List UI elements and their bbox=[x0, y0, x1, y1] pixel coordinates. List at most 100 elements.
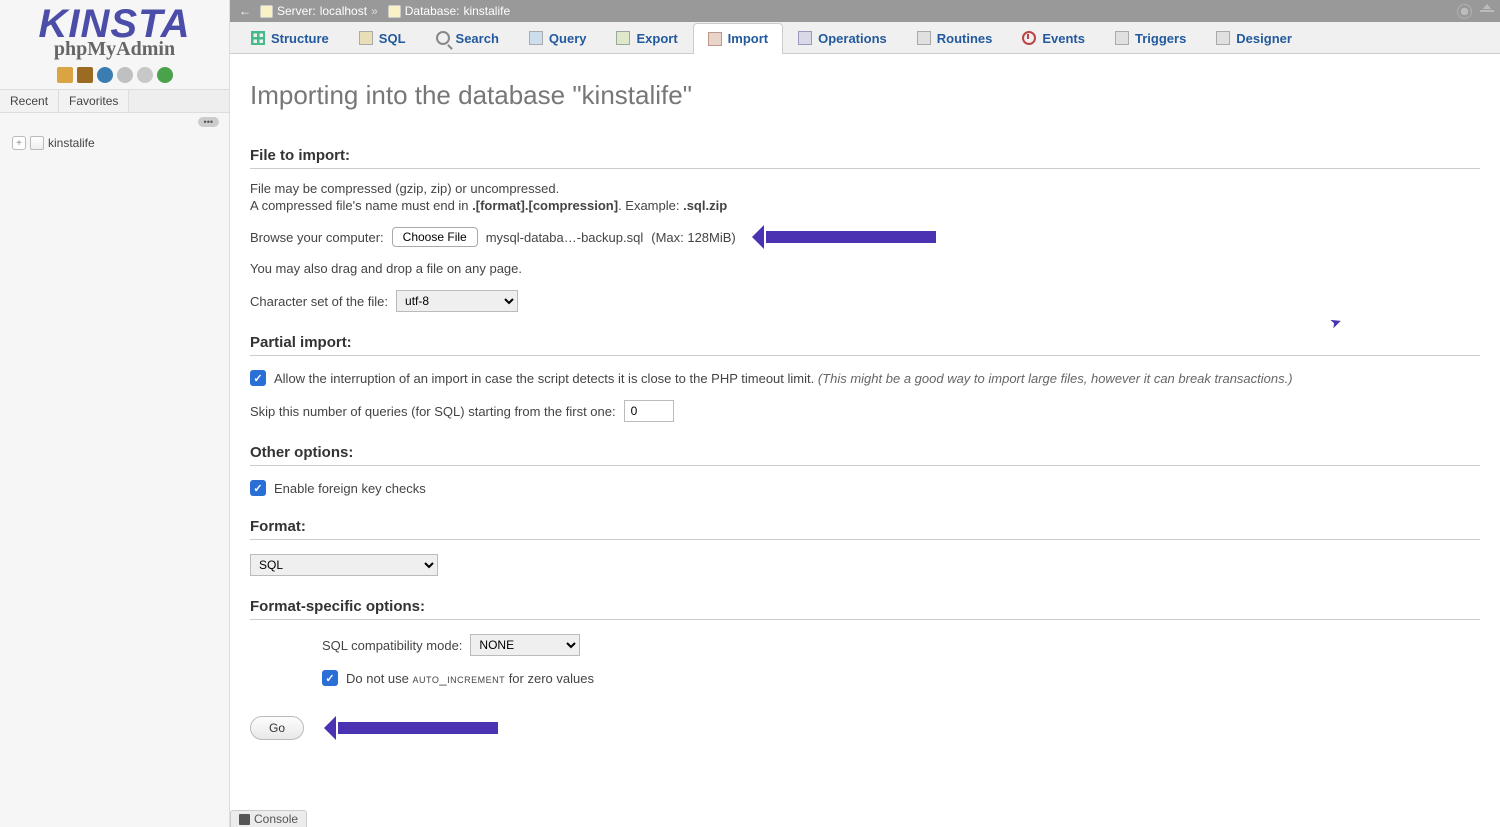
sidebar-pager: ••• bbox=[0, 113, 229, 129]
bc-server-label: Server: bbox=[277, 4, 316, 18]
bc-server-link[interactable]: localhost bbox=[320, 4, 367, 18]
cursor-pointer-icon: ➤ bbox=[1327, 313, 1344, 333]
no-autoincrement-checkbox[interactable] bbox=[322, 670, 338, 686]
tree-toggle-icon[interactable]: + bbox=[12, 136, 26, 150]
format-select[interactable]: SQL bbox=[250, 554, 438, 576]
tab-designer-label: Designer bbox=[1236, 31, 1292, 46]
foreign-key-label: Enable foreign key checks bbox=[274, 481, 426, 496]
bc-database[interactable]: Database: kinstalife bbox=[388, 4, 510, 18]
file-desc2c: . Example: bbox=[618, 198, 683, 213]
tab-triggers-label: Triggers bbox=[1135, 31, 1186, 46]
noauto-row: Do not use auto_increment for zero value… bbox=[322, 670, 1480, 686]
tab-import-label: Import bbox=[728, 31, 768, 46]
section-other: Other options: bbox=[250, 444, 1480, 466]
noauto-text-b: auto_increment bbox=[413, 671, 506, 686]
go-button[interactable]: Go bbox=[250, 716, 304, 740]
skip-input[interactable] bbox=[624, 400, 674, 422]
triggers-icon bbox=[1115, 31, 1129, 45]
tab-search[interactable]: Search bbox=[421, 22, 514, 53]
annotation-arrow-icon bbox=[338, 722, 498, 734]
foreign-key-checkbox[interactable] bbox=[250, 480, 266, 496]
events-icon bbox=[1022, 31, 1036, 45]
choose-file-button[interactable]: Choose File bbox=[392, 227, 478, 247]
file-desc2d: .sql.zip bbox=[683, 198, 727, 213]
console-label: Console bbox=[254, 812, 298, 826]
tab-routines-label: Routines bbox=[937, 31, 993, 46]
tab-structure-label: Structure bbox=[271, 31, 329, 46]
charset-select[interactable]: utf-8 bbox=[396, 290, 518, 312]
breadcrumb: ← Server: localhost » Database: kinstali… bbox=[230, 0, 1500, 22]
docs-icon[interactable] bbox=[97, 67, 113, 83]
compat-row: SQL compatibility mode: NONE bbox=[322, 634, 1480, 656]
tab-structure[interactable]: Structure bbox=[236, 22, 344, 53]
go-row: Go bbox=[250, 716, 1480, 740]
section-file: File to import: bbox=[250, 147, 1480, 169]
recent-favorites-tabs: Recent Favorites bbox=[0, 89, 229, 113]
db-tree: + kinstalife bbox=[0, 129, 229, 157]
structure-icon bbox=[251, 31, 265, 45]
console-icon bbox=[239, 814, 250, 825]
section-fso: Format-specific options: bbox=[250, 598, 1480, 620]
tab-export-label: Export bbox=[636, 31, 677, 46]
tab-query[interactable]: Query bbox=[514, 22, 602, 53]
file-desc2: A compressed file's name must end in .[f… bbox=[250, 198, 1480, 213]
tab-designer[interactable]: Designer bbox=[1201, 22, 1307, 53]
tab-recent[interactable]: Recent bbox=[0, 90, 59, 112]
browse-row: Browse your computer: Choose File mysql-… bbox=[250, 227, 1480, 247]
tab-operations[interactable]: Operations bbox=[783, 22, 902, 53]
annotation-arrow-icon bbox=[766, 231, 936, 243]
sql-icon bbox=[359, 31, 373, 45]
file-desc2a: A compressed file's name must end in bbox=[250, 198, 472, 213]
database-icon bbox=[30, 136, 44, 150]
home-icon[interactable] bbox=[57, 67, 73, 83]
format-row: SQL bbox=[250, 554, 1480, 576]
tab-search-label: Search bbox=[456, 31, 499, 46]
compat-select[interactable]: NONE bbox=[470, 634, 580, 656]
content: Importing into the database "kinstalife"… bbox=[230, 54, 1500, 827]
sidebar-toolbar bbox=[0, 67, 229, 83]
bc-sep: » bbox=[371, 4, 378, 18]
settings-icon[interactable] bbox=[137, 67, 153, 83]
designer-icon bbox=[1216, 31, 1230, 45]
export-icon bbox=[616, 31, 630, 45]
max-size-label: (Max: 128MiB) bbox=[651, 230, 736, 245]
operations-icon bbox=[798, 31, 812, 45]
drag-note: You may also drag and drop a file on any… bbox=[250, 261, 1480, 276]
tab-sql-label: SQL bbox=[379, 31, 406, 46]
skip-row: Skip this number of queries (for SQL) st… bbox=[250, 400, 1480, 422]
sidebar: KINSTA phpMyAdmin Recent Favorites ••• +… bbox=[0, 0, 230, 827]
nav-reload-icon[interactable] bbox=[157, 67, 173, 83]
chosen-file-name: mysql-databa…-backup.sql bbox=[486, 230, 644, 245]
tab-sql[interactable]: SQL bbox=[344, 22, 421, 53]
collapse-icon[interactable] bbox=[1480, 10, 1494, 14]
page-settings-icon[interactable] bbox=[1457, 4, 1472, 19]
tab-import[interactable]: Import bbox=[693, 23, 783, 54]
console-tab[interactable]: Console bbox=[230, 810, 307, 827]
browse-label: Browse your computer: bbox=[250, 230, 384, 245]
skip-label: Skip this number of queries (for SQL) st… bbox=[250, 404, 616, 419]
back-icon[interactable]: ← bbox=[236, 4, 254, 18]
section-partial: Partial import: bbox=[250, 334, 1480, 356]
reload-icon[interactable] bbox=[117, 67, 133, 83]
fk-row: Enable foreign key checks bbox=[250, 480, 1480, 496]
bc-db-link[interactable]: kinstalife bbox=[463, 4, 510, 18]
import-icon bbox=[708, 32, 722, 46]
tab-events[interactable]: Events bbox=[1007, 22, 1100, 53]
logo-block: KINSTA phpMyAdmin bbox=[0, 0, 229, 63]
query-icon bbox=[529, 31, 543, 45]
tab-triggers[interactable]: Triggers bbox=[1100, 22, 1201, 53]
allow-interrupt-text: Allow the interruption of an import in c… bbox=[274, 371, 818, 386]
charset-row: Character set of the file: utf-8 bbox=[250, 290, 1480, 312]
db-link[interactable]: kinstalife bbox=[48, 136, 95, 150]
db-tree-item[interactable]: + kinstalife bbox=[8, 133, 221, 153]
charset-label: Character set of the file: bbox=[250, 294, 388, 309]
tab-events-label: Events bbox=[1042, 31, 1085, 46]
tab-routines[interactable]: Routines bbox=[902, 22, 1008, 53]
allow-interrupt-row: Allow the interruption of an import in c… bbox=[250, 370, 1480, 386]
tab-favorites[interactable]: Favorites bbox=[59, 90, 129, 112]
tab-export[interactable]: Export bbox=[601, 22, 692, 53]
file-desc2b: .[format].[compression] bbox=[472, 198, 618, 213]
allow-interrupt-checkbox[interactable] bbox=[250, 370, 266, 386]
logout-icon[interactable] bbox=[77, 67, 93, 83]
bc-server[interactable]: Server: localhost bbox=[260, 4, 367, 18]
